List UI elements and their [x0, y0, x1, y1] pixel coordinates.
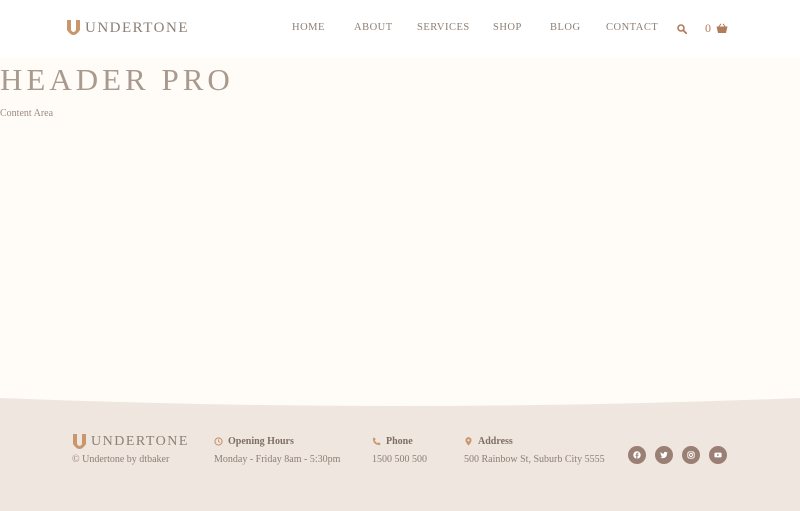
footer-logo[interactable]: UNDERTONE [72, 433, 189, 451]
address-value: 500 Rainbow St, Suburb City 5555 [464, 454, 605, 465]
instagram-link[interactable] [682, 446, 700, 464]
phone-value[interactable]: 1500 500 500 [372, 454, 427, 465]
cart-basket-icon[interactable] [716, 23, 728, 34]
nav-blog[interactable]: BLOG [550, 22, 581, 33]
content-area: Content Area [0, 108, 54, 119]
address-label: Address [478, 436, 513, 447]
nav-shop[interactable]: SHOP [493, 22, 522, 33]
map-pin-icon [465, 437, 472, 446]
site-header: UNDERTONE HOME ABOUT SERVICES SHOP BLOG … [0, 0, 800, 58]
twitter-link[interactable] [655, 446, 673, 464]
clock-icon [214, 437, 223, 446]
facebook-icon [633, 451, 641, 459]
copyright-text: © Undertone by dtbaker [72, 454, 170, 465]
address-title: Address [464, 436, 513, 447]
footer-logo-mark-icon [73, 434, 86, 449]
cart-count[interactable]: 0 [705, 21, 711, 36]
nav-about[interactable]: ABOUT [354, 22, 393, 33]
opening-hours-value: Monday - Friday 8am - 5:30pm [214, 454, 341, 465]
footer-logo-text: UNDERTONE [91, 434, 189, 449]
opening-hours-title: Opening Hours [214, 436, 294, 447]
nav-contact[interactable]: CONTACT [606, 22, 658, 33]
page-title: HEADER PRO [0, 62, 234, 97]
nav-home[interactable]: HOME [292, 22, 325, 33]
facebook-link[interactable] [628, 446, 646, 464]
youtube-icon [714, 452, 722, 458]
twitter-icon [660, 451, 668, 459]
nav-services[interactable]: SERVICES [417, 22, 470, 33]
search-icon[interactable] [677, 24, 687, 34]
phone-icon [372, 437, 381, 446]
instagram-icon [687, 451, 695, 459]
phone-label: Phone [386, 436, 413, 447]
youtube-link[interactable] [709, 446, 727, 464]
opening-hours-label: Opening Hours [228, 436, 294, 447]
phone-title: Phone [372, 436, 413, 447]
